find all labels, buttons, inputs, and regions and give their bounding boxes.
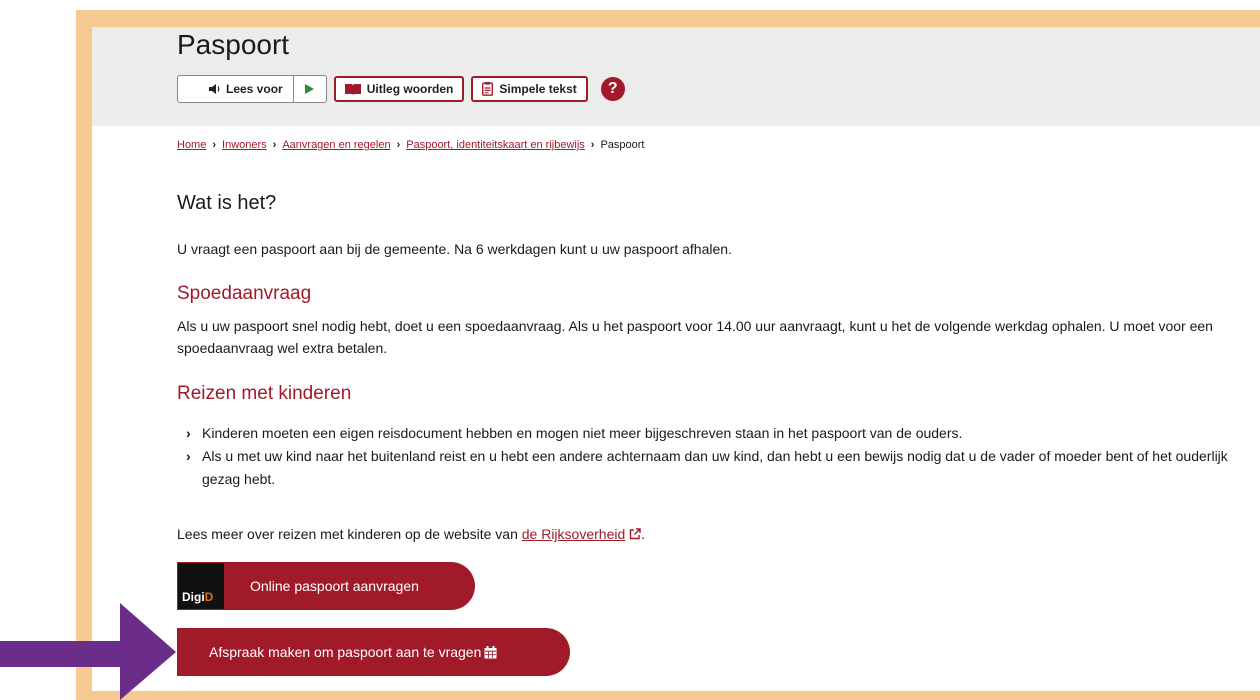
- arrow-annotation-icon: [0, 603, 176, 700]
- intro-text: U vraagt een paspoort aan bij de gemeent…: [177, 241, 732, 257]
- read-aloud-label: Lees voor: [226, 82, 283, 96]
- breadcrumb-link-documents[interactable]: Paspoort, identiteitskaart en rijbewijs: [406, 139, 585, 151]
- page-title: Paspoort: [177, 29, 290, 60]
- read-aloud-button[interactable]: Lees voor: [178, 76, 294, 102]
- read-more-suffix: .: [641, 526, 646, 542]
- rijksoverheid-link[interactable]: de Rijksoverheid: [522, 526, 626, 542]
- book-icon: [344, 84, 361, 95]
- list-item-text: Kinderen moeten een eigen reisdocument h…: [202, 425, 963, 441]
- read-more-text: Lees meer over reizen met kinderen op de…: [177, 523, 645, 545]
- chevron-right-icon: ›: [186, 448, 191, 464]
- chevron-right-icon: ›: [272, 139, 277, 151]
- help-button[interactable]: ?: [600, 77, 625, 101]
- explain-words-button[interactable]: Uitleg woorden: [333, 76, 465, 102]
- simple-text-label: Simpele tekst: [499, 82, 577, 96]
- speaker-icon: [209, 84, 220, 94]
- section-heading-kinderen: Reizen met kinderen: [177, 383, 352, 404]
- simple-text-button[interactable]: Simpele tekst: [471, 76, 588, 102]
- appointment-label: Afspraak maken om paspoort aan te vragen: [209, 644, 482, 660]
- kinderen-list: › Kinderen moeten een eigen reisdocument…: [186, 422, 1256, 491]
- chevron-right-icon: ›: [186, 425, 191, 441]
- play-icon: [305, 84, 315, 94]
- digid-logo: DigiD: [178, 563, 224, 609]
- online-passport-button[interactable]: DigiD Online paspoort aanvragen: [177, 562, 475, 610]
- page: Paspoort Lees voor Uitleg woorden Simpel…: [92, 27, 1260, 691]
- chevron-right-icon: ›: [212, 139, 217, 151]
- list-item: › Kinderen moeten een eigen reisdocument…: [186, 422, 1256, 445]
- chevron-right-icon: ›: [590, 139, 595, 151]
- page-header: Paspoort Lees voor Uitleg woorden Simpel…: [92, 27, 1260, 126]
- list-item: › Als u met uw kind naar het buitenland …: [186, 445, 1256, 491]
- section-heading-what: Wat is het?: [177, 192, 277, 214]
- breadcrumb-link-aanvragen[interactable]: Aanvragen en regelen: [282, 139, 390, 151]
- list-item-text: Als u met uw kind naar het buitenland re…: [202, 448, 1228, 487]
- appointment-button[interactable]: Afspraak maken om paspoort aan te vragen: [177, 628, 570, 676]
- breadcrumb: Home › Inwoners › Aanvragen en regelen ›…: [177, 139, 644, 151]
- calendar-icon: [484, 645, 497, 658]
- digid-logo-text: DigiD: [182, 590, 214, 604]
- breadcrumb-current: Paspoort: [600, 139, 645, 151]
- explain-words-label: Uitleg woorden: [366, 82, 454, 96]
- external-link-icon: [629, 528, 641, 540]
- document-icon: [482, 82, 494, 96]
- online-passport-label: Online paspoort aanvragen: [250, 578, 419, 594]
- chevron-right-icon: ›: [396, 139, 401, 151]
- play-button[interactable]: [294, 76, 326, 102]
- spoed-text: Als u uw paspoort snel nodig hebt, doet …: [177, 318, 1213, 356]
- section-heading-spoed: Spoedaanvraag: [177, 283, 312, 304]
- read-more-prefix: Lees meer over reizen met kinderen op de…: [177, 526, 522, 542]
- breadcrumb-link-inwoners[interactable]: Inwoners: [222, 139, 267, 151]
- read-aloud-widget: Lees voor: [177, 75, 327, 103]
- accessibility-toolbar: Lees voor Uitleg woorden Simpele tekst ?: [177, 75, 625, 103]
- breadcrumb-link-home[interactable]: Home: [177, 139, 206, 151]
